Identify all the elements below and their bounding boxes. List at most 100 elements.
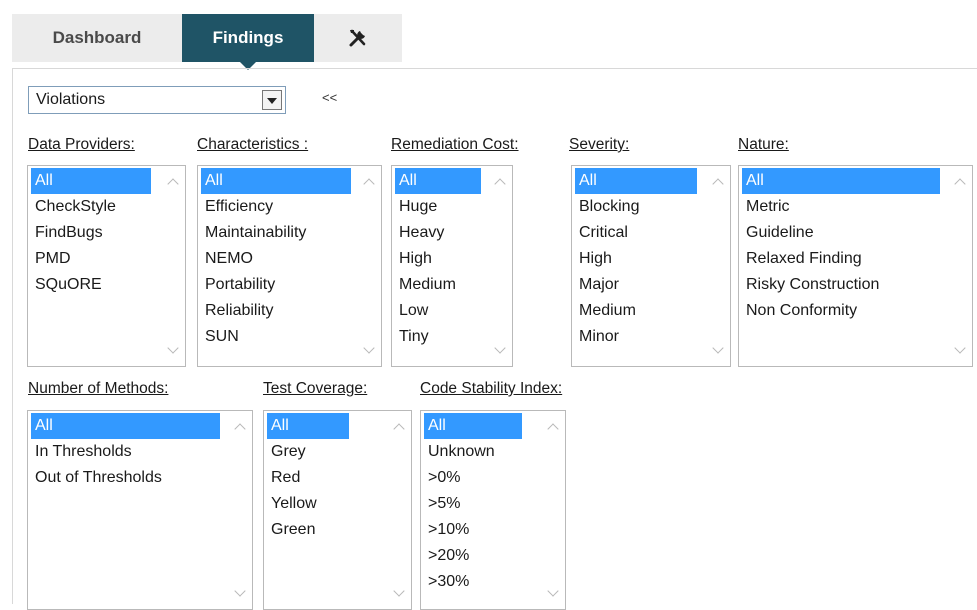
list-item[interactable]: Grey bbox=[267, 439, 349, 465]
scroll-down-icon[interactable] bbox=[712, 342, 724, 354]
tab-tools[interactable] bbox=[314, 14, 402, 62]
options: All CheckStyle FindBugs PMD SQuORE bbox=[31, 168, 151, 298]
scroll-up-icon[interactable] bbox=[363, 178, 375, 190]
list-scrollbar[interactable] bbox=[230, 411, 252, 609]
nature-label: Nature: bbox=[738, 136, 789, 153]
list-item[interactable]: Major bbox=[575, 272, 697, 298]
remediation-cost-list[interactable]: All Huge Heavy High Medium Low Tiny bbox=[391, 165, 513, 367]
list-item[interactable]: >5% bbox=[424, 491, 522, 517]
options: All Grey Red Yellow Green bbox=[267, 413, 349, 543]
list-item[interactable]: All bbox=[742, 168, 940, 194]
list-item[interactable]: Risky Construction bbox=[742, 272, 940, 298]
options: All Unknown >0% >5% >10% >20% >30% bbox=[424, 413, 522, 595]
list-scrollbar[interactable] bbox=[490, 166, 512, 366]
tab-findings[interactable]: Findings bbox=[182, 14, 314, 70]
list-item[interactable]: Maintainability bbox=[201, 220, 351, 246]
list-item[interactable]: FindBugs bbox=[31, 220, 151, 246]
list-item[interactable]: Critical bbox=[575, 220, 697, 246]
list-item[interactable]: All bbox=[424, 413, 522, 439]
list-scrollbar[interactable] bbox=[543, 411, 565, 609]
tab-findings-label: Findings bbox=[212, 28, 284, 47]
list-item[interactable]: SQuORE bbox=[31, 272, 151, 298]
list-item[interactable]: Portability bbox=[201, 272, 351, 298]
scroll-down-icon[interactable] bbox=[547, 585, 559, 597]
list-item[interactable]: Yellow bbox=[267, 491, 349, 517]
list-scrollbar[interactable] bbox=[389, 411, 411, 609]
list-item[interactable]: Tiny bbox=[395, 324, 481, 350]
list-item[interactable]: Non Conformity bbox=[742, 298, 940, 324]
list-item[interactable]: High bbox=[575, 246, 697, 272]
scroll-up-icon[interactable] bbox=[494, 178, 506, 190]
data-providers-list[interactable]: All CheckStyle FindBugs PMD SQuORE bbox=[27, 165, 186, 367]
number-of-methods-list[interactable]: All In Thresholds Out of Thresholds bbox=[27, 410, 253, 610]
list-item[interactable]: PMD bbox=[31, 246, 151, 272]
list-item[interactable]: Low bbox=[395, 298, 481, 324]
number-of-methods-label: Number of Methods: bbox=[28, 380, 169, 397]
code-stability-index-list[interactable]: All Unknown >0% >5% >10% >20% >30% bbox=[420, 410, 566, 610]
list-item[interactable]: >20% bbox=[424, 543, 522, 569]
characteristics-list[interactable]: All Efficiency Maintainability NEMO Portabil… bbox=[197, 165, 382, 367]
list-scrollbar[interactable] bbox=[708, 166, 730, 366]
scroll-down-icon[interactable] bbox=[494, 342, 506, 354]
list-item[interactable]: >30% bbox=[424, 569, 522, 595]
view-select[interactable]: Violations bbox=[28, 86, 286, 114]
options: All Metric Guideline Relaxed Finding Risky C… bbox=[742, 168, 940, 324]
list-item[interactable]: Green bbox=[267, 517, 349, 543]
options: All Efficiency Maintainability NEMO Portabil… bbox=[201, 168, 351, 350]
list-item[interactable]: Efficiency bbox=[201, 194, 351, 220]
list-item[interactable]: Metric bbox=[742, 194, 940, 220]
scroll-up-icon[interactable] bbox=[167, 178, 179, 190]
scroll-down-icon[interactable] bbox=[167, 342, 179, 354]
scroll-down-icon[interactable] bbox=[234, 585, 246, 597]
list-item[interactable]: Unknown bbox=[424, 439, 522, 465]
options: All In Thresholds Out of Thresholds bbox=[31, 413, 220, 491]
scroll-up-icon[interactable] bbox=[393, 423, 405, 435]
scroll-up-icon[interactable] bbox=[234, 423, 246, 435]
scroll-up-icon[interactable] bbox=[547, 423, 559, 435]
list-item[interactable]: Blocking bbox=[575, 194, 697, 220]
collapse-filters-link[interactable]: << bbox=[322, 90, 337, 105]
list-item[interactable]: Reliability bbox=[201, 298, 351, 324]
options: All Huge Heavy High Medium Low Tiny bbox=[395, 168, 481, 350]
test-coverage-list[interactable]: All Grey Red Yellow Green bbox=[263, 410, 412, 610]
list-item[interactable]: High bbox=[395, 246, 481, 272]
list-item[interactable]: Red bbox=[267, 465, 349, 491]
characteristics-label: Characteristics : bbox=[197, 136, 309, 153]
list-item[interactable]: All bbox=[395, 168, 481, 194]
list-item[interactable]: >10% bbox=[424, 517, 522, 543]
list-item[interactable]: Heavy bbox=[395, 220, 481, 246]
list-item[interactable]: Minor bbox=[575, 324, 697, 350]
data-providers-label: Data Providers: bbox=[28, 136, 135, 153]
list-item[interactable]: >0% bbox=[424, 465, 522, 491]
list-item[interactable]: Relaxed Finding bbox=[742, 246, 940, 272]
tab-dashboard-label: Dashboard bbox=[52, 28, 142, 47]
list-item[interactable]: NEMO bbox=[201, 246, 351, 272]
list-item[interactable]: Guideline bbox=[742, 220, 940, 246]
list-scrollbar[interactable] bbox=[359, 166, 381, 366]
list-item[interactable]: SUN bbox=[201, 324, 351, 350]
tab-dashboard[interactable]: Dashboard bbox=[12, 14, 182, 62]
list-item[interactable]: Medium bbox=[395, 272, 481, 298]
list-item[interactable]: All bbox=[31, 413, 220, 439]
list-item[interactable]: CheckStyle bbox=[31, 194, 151, 220]
scroll-up-icon[interactable] bbox=[712, 178, 724, 190]
list-item[interactable]: In Thresholds bbox=[31, 439, 220, 465]
list-item[interactable]: All bbox=[267, 413, 349, 439]
scroll-down-icon[interactable] bbox=[363, 342, 375, 354]
severity-label: Severity: bbox=[569, 136, 630, 153]
list-item[interactable]: Huge bbox=[395, 194, 481, 220]
list-item[interactable]: All bbox=[31, 168, 151, 194]
scroll-down-icon[interactable] bbox=[954, 342, 966, 354]
severity-list[interactable]: All Blocking Critical High Major Medium Minor bbox=[571, 165, 731, 367]
dropdown-button[interactable] bbox=[262, 90, 282, 110]
scroll-down-icon[interactable] bbox=[393, 585, 405, 597]
list-scrollbar[interactable] bbox=[950, 166, 972, 366]
list-item[interactable]: Out of Thresholds bbox=[31, 465, 220, 491]
remediation-cost-label: Remediation Cost: bbox=[391, 136, 519, 153]
nature-list[interactable]: All Metric Guideline Relaxed Finding Risky C… bbox=[738, 165, 973, 367]
list-scrollbar[interactable] bbox=[163, 166, 185, 366]
list-item[interactable]: All bbox=[575, 168, 697, 194]
scroll-up-icon[interactable] bbox=[954, 178, 966, 190]
list-item[interactable]: Medium bbox=[575, 298, 697, 324]
list-item[interactable]: All bbox=[201, 168, 351, 194]
